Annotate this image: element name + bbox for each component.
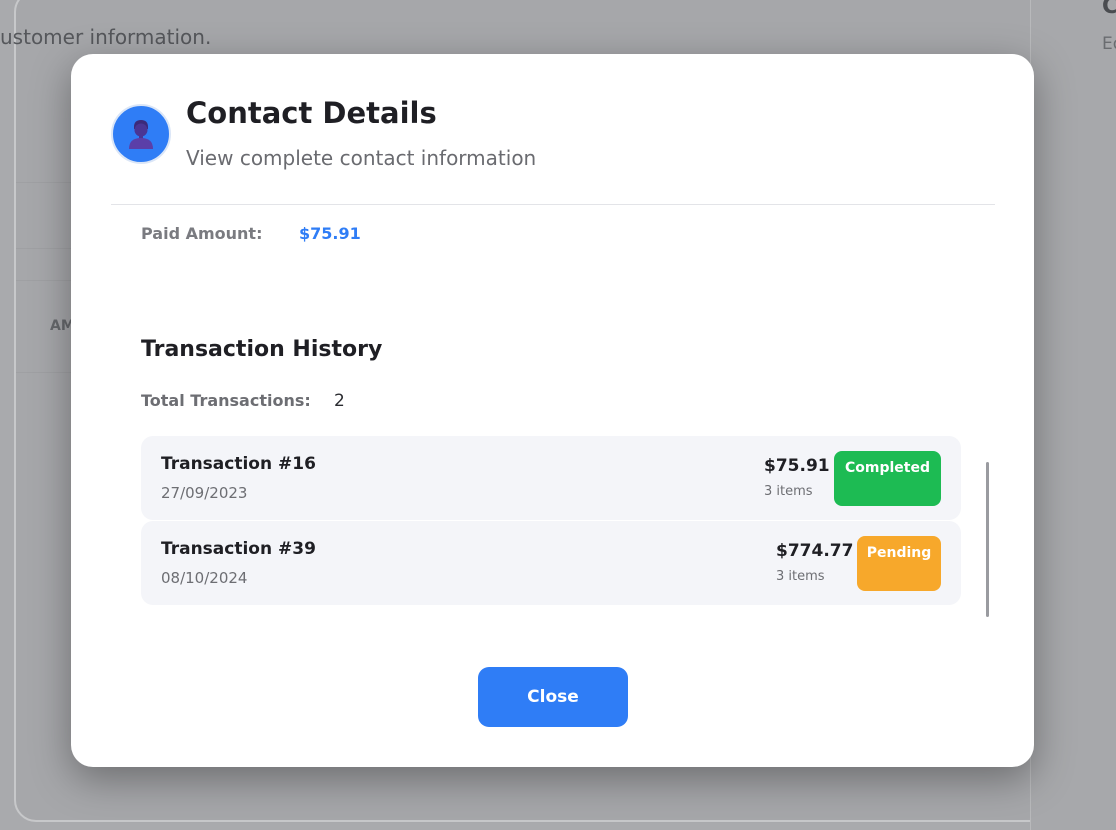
paid-amount-value: $75.91: [299, 224, 361, 243]
scrollbar[interactable]: [986, 462, 989, 617]
status-badge: Pending: [857, 536, 941, 591]
paid-amount-row: Paid Amount: $75.91: [141, 224, 541, 246]
contact-details-modal: Contact Details View complete contact in…: [71, 54, 1034, 767]
background-right-title: C: [1102, 0, 1116, 19]
transaction-date: 08/10/2024: [161, 569, 248, 587]
header-divider: [111, 204, 995, 205]
transaction-item[interactable]: Transaction #16 27/09/2023 $75.91 3 item…: [141, 436, 961, 520]
transaction-history-title: Transaction History: [141, 337, 383, 362]
modal-subtitle: View complete contact information: [186, 146, 537, 170]
transaction-item-count: 3 items: [776, 569, 825, 584]
background-side-panel: [1030, 0, 1116, 830]
close-button[interactable]: Close: [478, 667, 628, 727]
total-transactions-value: 2: [334, 391, 345, 411]
transaction-amount: $774.77: [776, 541, 854, 561]
transaction-item[interactable]: Transaction #39 08/10/2024 $774.77 3 ite…: [141, 521, 961, 605]
user-icon: [129, 120, 153, 149]
transaction-amount: $75.91: [764, 456, 830, 476]
background-subtitle: ustomer information.: [0, 25, 212, 49]
transaction-date: 27/09/2023: [161, 484, 248, 502]
background-right-subtitle: Ed: [1102, 34, 1116, 54]
status-badge: Completed: [834, 451, 941, 506]
transaction-name: Transaction #16: [161, 454, 316, 474]
transaction-name: Transaction #39: [161, 539, 316, 559]
modal-title: Contact Details: [186, 96, 437, 130]
paid-amount-label: Paid Amount:: [141, 224, 263, 243]
total-transactions-label: Total Transactions:: [141, 391, 311, 410]
transaction-item-count: 3 items: [764, 484, 813, 499]
avatar: [111, 104, 171, 164]
